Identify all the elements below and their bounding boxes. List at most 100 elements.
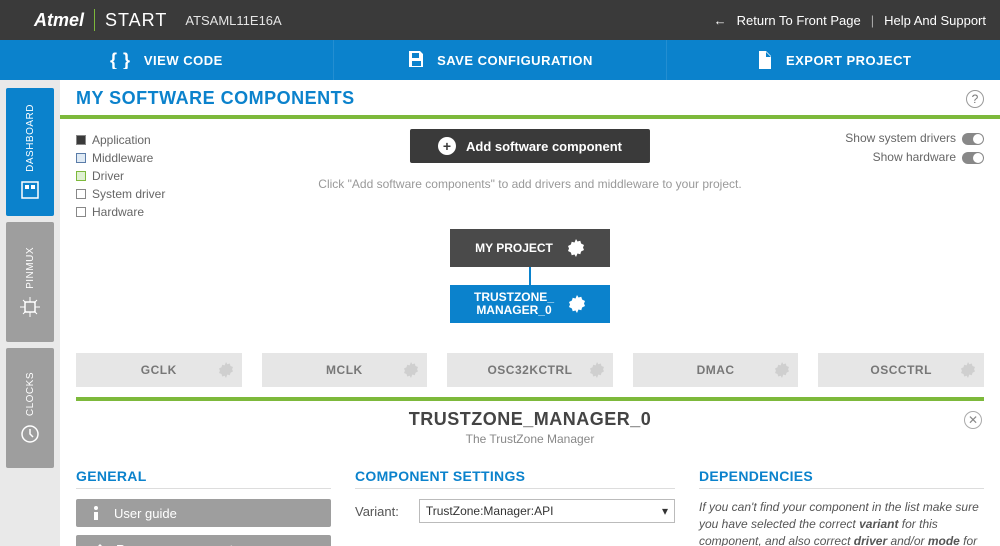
panel-general-heading: GENERAL: [76, 468, 331, 489]
legend-system-driver-swatch-icon: [76, 189, 86, 199]
variant-row: Variant: TrustZone:Manager:API ▾: [355, 499, 675, 523]
variant-value: TrustZone:Manager:API: [426, 504, 554, 518]
legend-application-label: Application: [92, 131, 151, 149]
info-icon: [90, 506, 102, 520]
gear-icon: [960, 362, 976, 378]
legend-hardware-swatch-icon: [76, 207, 86, 217]
clock-icon: [20, 424, 40, 444]
top-bar: Atmel START ATSAML11E16A Return To Front…: [0, 0, 1000, 40]
deps-text-3: and/or: [887, 534, 928, 546]
pencil-icon: [90, 542, 104, 546]
gear-icon: [218, 362, 234, 378]
toggle-show-hardware: Show hardware: [845, 148, 984, 167]
brand: Atmel START ATSAML11E16A: [34, 9, 282, 31]
page-title-bar: MY SOFTWARE COMPONENTS ?: [60, 80, 1000, 119]
user-guide-label: User guide: [114, 506, 177, 521]
dashboard-icon: [20, 180, 40, 200]
block-dmac[interactable]: DMAC: [633, 353, 799, 387]
canvas-toggles: Show system drivers Show hardware: [845, 129, 984, 167]
rail-clocks[interactable]: CLOCKS: [6, 348, 54, 468]
legend-system-driver-label: System driver: [92, 185, 165, 203]
plus-icon: +: [438, 137, 456, 155]
variant-label: Variant:: [355, 504, 399, 519]
block-oscctrl[interactable]: OSCCTRL: [818, 353, 984, 387]
legend: Application Middleware Driver System dri…: [76, 131, 165, 221]
save-config-button[interactable]: SAVE CONFIGURATION: [334, 40, 668, 80]
canvas-hint: Click "Add software components" to add d…: [318, 177, 741, 191]
chip-name: ATSAML11E16A: [185, 13, 281, 28]
return-front-page-link[interactable]: Return To Front Page: [714, 13, 861, 28]
brand-atmel: Atmel: [34, 10, 84, 31]
legend-hardware: Hardware: [76, 203, 165, 221]
rail-dashboard-label: DASHBOARD: [25, 104, 36, 172]
braces-icon: { }: [110, 51, 132, 69]
variant-select[interactable]: TrustZone:Manager:API ▾: [419, 499, 675, 523]
block-dmac-label: DMAC: [697, 363, 735, 377]
graph-connector: [529, 267, 531, 285]
rail-dashboard[interactable]: DASHBOARD: [6, 88, 54, 216]
legend-application-swatch-icon: [76, 135, 86, 145]
deps-text-mode: mode: [928, 534, 960, 546]
panel-dependencies: DEPENDENCIES If you can't find your comp…: [699, 468, 984, 546]
close-details-button[interactable]: ✕: [964, 411, 982, 429]
legend-driver: Driver: [76, 167, 165, 185]
rail-clocks-label: CLOCKS: [25, 372, 36, 416]
rail-pinmux[interactable]: PINMUX: [6, 222, 54, 342]
legend-application: Application: [76, 131, 165, 149]
panel-component-settings: COMPONENT SETTINGS Variant: TrustZone:Ma…: [355, 468, 675, 546]
deps-text-driver: driver: [854, 534, 887, 546]
toggle-show-system-drivers: Show system drivers: [845, 129, 984, 148]
gear-icon: [774, 362, 790, 378]
page-title: MY SOFTWARE COMPONENTS: [76, 88, 355, 109]
view-code-button[interactable]: { } VIEW CODE: [0, 40, 334, 80]
export-project-label: EXPORT PROJECT: [786, 53, 911, 68]
brand-start: START: [105, 10, 167, 31]
export-icon: [756, 51, 774, 69]
legend-system-driver: System driver: [76, 185, 165, 203]
node-trustzone-manager-label: TRUSTZONE_ MANAGER_0: [474, 291, 554, 317]
panel-dependencies-heading: DEPENDENCIES: [699, 468, 984, 489]
chevron-down-icon: ▾: [662, 504, 668, 518]
block-gclk-label: GCLK: [141, 363, 177, 377]
help-support-label: Help And Support: [884, 13, 986, 28]
show-hardware-switch[interactable]: [962, 152, 984, 164]
add-software-component-label: Add software component: [466, 139, 622, 154]
panel-settings-heading: COMPONENT SETTINGS: [355, 468, 675, 489]
side-rail: DASHBOARD PINMUX CLOCKS: [0, 80, 60, 546]
details-title: TRUSTZONE_MANAGER_0: [76, 409, 984, 430]
save-config-label: SAVE CONFIGURATION: [437, 53, 593, 68]
gear-icon: [403, 362, 419, 378]
show-system-drivers-switch[interactable]: [962, 133, 984, 145]
legend-hardware-label: Hardware: [92, 203, 144, 221]
legend-driver-label: Driver: [92, 167, 124, 185]
node-trustzone-manager[interactable]: TRUSTZONE_ MANAGER_0: [450, 285, 610, 323]
chip-icon: [20, 297, 40, 317]
user-guide-button[interactable]: User guide: [76, 499, 331, 527]
return-front-page-label: Return To Front Page: [737, 13, 861, 28]
top-link-separator: |: [871, 13, 874, 28]
toggle-show-system-drivers-label: Show system drivers: [845, 129, 956, 148]
block-mclk[interactable]: MCLK: [262, 353, 428, 387]
page-help-button[interactable]: ?: [966, 90, 984, 108]
block-osc32kctrl-label: OSC32KCTRL: [487, 363, 572, 377]
save-icon: [407, 51, 425, 69]
rename-component-button[interactable]: Rename component: [76, 535, 331, 546]
view-code-label: VIEW CODE: [144, 53, 223, 68]
deps-text-4: for: [960, 534, 977, 546]
dependencies-text: If you can't find your component in the …: [699, 499, 984, 546]
export-project-button[interactable]: EXPORT PROJECT: [667, 40, 1000, 80]
node-trustzone-line2: MANAGER_0: [476, 303, 551, 317]
block-osc32kctrl[interactable]: OSC32KCTRL: [447, 353, 613, 387]
deps-text-variant: variant: [859, 517, 898, 531]
block-oscctrl-label: OSCCTRL: [870, 363, 932, 377]
project-graph: MY PROJECT TRUSTZONE_ MANAGER_0: [450, 229, 610, 323]
node-my-project[interactable]: MY PROJECT: [450, 229, 610, 267]
gear-icon: [568, 295, 586, 313]
component-canvas: Application Middleware Driver System dri…: [60, 119, 1000, 546]
blue-toolbar: { } VIEW CODE SAVE CONFIGURATION EXPORT …: [0, 40, 1000, 80]
block-gclk[interactable]: GCLK: [76, 353, 242, 387]
add-software-component-button[interactable]: + Add software component: [410, 129, 650, 163]
component-details: ✕ TRUSTZONE_MANAGER_0 The TrustZone Mana…: [76, 397, 984, 546]
help-support-link[interactable]: Help And Support: [884, 13, 986, 28]
main-panel: MY SOFTWARE COMPONENTS ? Application Mid…: [60, 80, 1000, 546]
